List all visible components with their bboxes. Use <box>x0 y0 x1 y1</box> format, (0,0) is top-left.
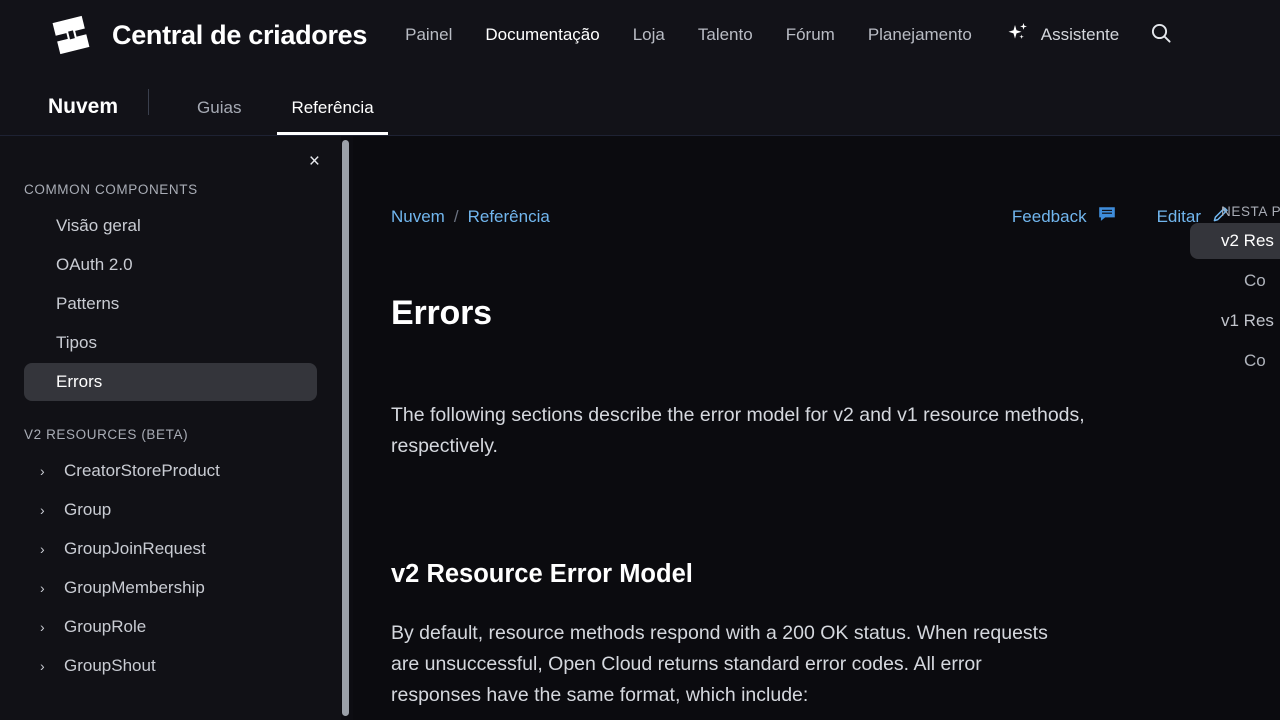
global-header: Central de criadores Painel Documentação… <box>0 0 1280 70</box>
chevron-right-icon: › <box>40 463 45 479</box>
toc-item-v2-resource-error-model[interactable]: v2 Res <box>1190 223 1280 259</box>
sidebar: × COMMON COMPONENTS Visão geral OAuth 2.… <box>0 136 341 720</box>
sidebar-section-common-components: COMMON COMPONENTS <box>24 182 198 197</box>
product-name: Nuvem <box>48 95 119 118</box>
chevron-right-icon: › <box>40 658 45 674</box>
breadcrumb: Nuvem / Referência Feedback Editar <box>391 204 1231 229</box>
toc-item-v1-resource-error-model[interactable]: v1 Res <box>1190 303 1280 339</box>
brand[interactable]: Central de criadores <box>48 12 367 58</box>
sidebar-item-groupjoinrequest[interactable]: › GroupJoinRequest <box>24 530 317 568</box>
sidebar-item-groupmembership[interactable]: › GroupMembership <box>24 569 317 607</box>
toc-item-v1-codes[interactable]: Co <box>1190 343 1280 379</box>
sidebar-item-label: Patterns <box>56 294 120 313</box>
chevron-right-icon: › <box>40 580 45 596</box>
sidebar-item-group[interactable]: › Group <box>24 491 317 529</box>
sidebar-item-creatorstoreproduct[interactable]: › CreatorStoreProduct <box>24 452 317 490</box>
search-icon[interactable] <box>1149 21 1173 50</box>
feedback-button[interactable]: Feedback <box>1012 204 1117 229</box>
sidebar-item-grouprole[interactable]: › GroupRole <box>24 608 317 646</box>
feedback-label: Feedback <box>1011 206 1087 226</box>
chevron-right-icon: › <box>40 619 45 635</box>
sidebar-item-label: Visão geral <box>56 216 141 235</box>
tab-guias[interactable]: Guias <box>183 98 255 135</box>
main-content: Nuvem / Referência Feedback Editar Error… <box>353 136 1280 720</box>
breadcrumb-item-referencia[interactable]: Referência <box>468 207 550 227</box>
sidebar-item-visao-geral[interactable]: Visão geral <box>24 207 317 245</box>
sidebar-item-label: GroupMembership <box>64 578 205 597</box>
chevron-right-icon: › <box>40 541 45 557</box>
app-root: Central de criadores Painel Documentação… <box>0 0 1280 720</box>
sidebar-item-groupshout[interactable]: › GroupShout <box>24 647 317 685</box>
sidebar-item-label: GroupJoinRequest <box>64 539 206 558</box>
sidebar-item-label: OAuth 2.0 <box>56 255 133 274</box>
sidebar-item-label: Errors <box>56 372 103 391</box>
page-title: Errors <box>391 294 492 332</box>
nav-item-forum[interactable]: Fórum <box>786 25 835 45</box>
toc-item-v2-codes[interactable]: Co <box>1190 263 1280 299</box>
primary-nav: Painel Documentação Loja Talento Fórum P… <box>405 25 1005 45</box>
sidebar-item-oauth-2-0[interactable]: OAuth 2.0 <box>24 246 317 284</box>
brand-title: Central de criadores <box>112 19 368 50</box>
product-tabbar: Nuvem Guias Referência <box>0 70 1280 136</box>
comment-icon <box>1097 204 1117 229</box>
sidebar-item-label: GroupRole <box>64 617 147 636</box>
breadcrumb-separator: / <box>453 206 459 226</box>
sidebar-section-v2-resources: V2 RESOURCES (BETA) <box>24 427 189 442</box>
sidebar-item-label: Tipos <box>56 333 97 352</box>
section-heading-v2-resource-error-model: v2 Resource Error Model <box>391 560 693 588</box>
nav-item-painel[interactable]: Painel <box>405 25 452 45</box>
toc-heading: NESTA P <box>1221 204 1280 219</box>
sidebar-item-label: GroupShout <box>64 656 156 675</box>
nav-item-planejamento[interactable]: Planejamento <box>868 25 972 45</box>
nav-item-talento[interactable]: Talento <box>698 25 753 45</box>
chevron-right-icon: › <box>40 502 45 518</box>
sidebar-item-errors[interactable]: Errors <box>24 363 317 401</box>
assistant-button[interactable]: Assistente <box>1005 20 1119 51</box>
sidebar-scrollbar-thumb[interactable] <box>342 140 349 716</box>
sidebar-item-patterns[interactable]: Patterns <box>24 285 317 323</box>
sidebar-item-label: CreatorStoreProduct <box>64 461 220 480</box>
breadcrumb-item-nuvem[interactable]: Nuvem <box>391 207 445 227</box>
nav-item-documentacao[interactable]: Documentação <box>485 25 599 45</box>
sparkles-icon <box>1005 20 1031 51</box>
nav-item-loja[interactable]: Loja <box>633 25 665 45</box>
tab-referencia[interactable]: Referência <box>277 98 388 135</box>
table-of-contents: NESTA P v2 Res Co v1 Res Co <box>1190 136 1280 720</box>
sidebar-item-tipos[interactable]: Tipos <box>24 324 317 362</box>
section-paragraph: By default, resource methods respond wit… <box>391 622 1048 706</box>
sidebar-item-label: Group <box>64 500 112 519</box>
roblox-logo-icon <box>48 12 94 58</box>
assistant-label: Assistente <box>1040 25 1120 44</box>
close-icon[interactable]: × <box>309 152 320 171</box>
tabbar-divider <box>148 89 150 115</box>
intro-paragraph: The following sections describe the erro… <box>391 404 1085 457</box>
